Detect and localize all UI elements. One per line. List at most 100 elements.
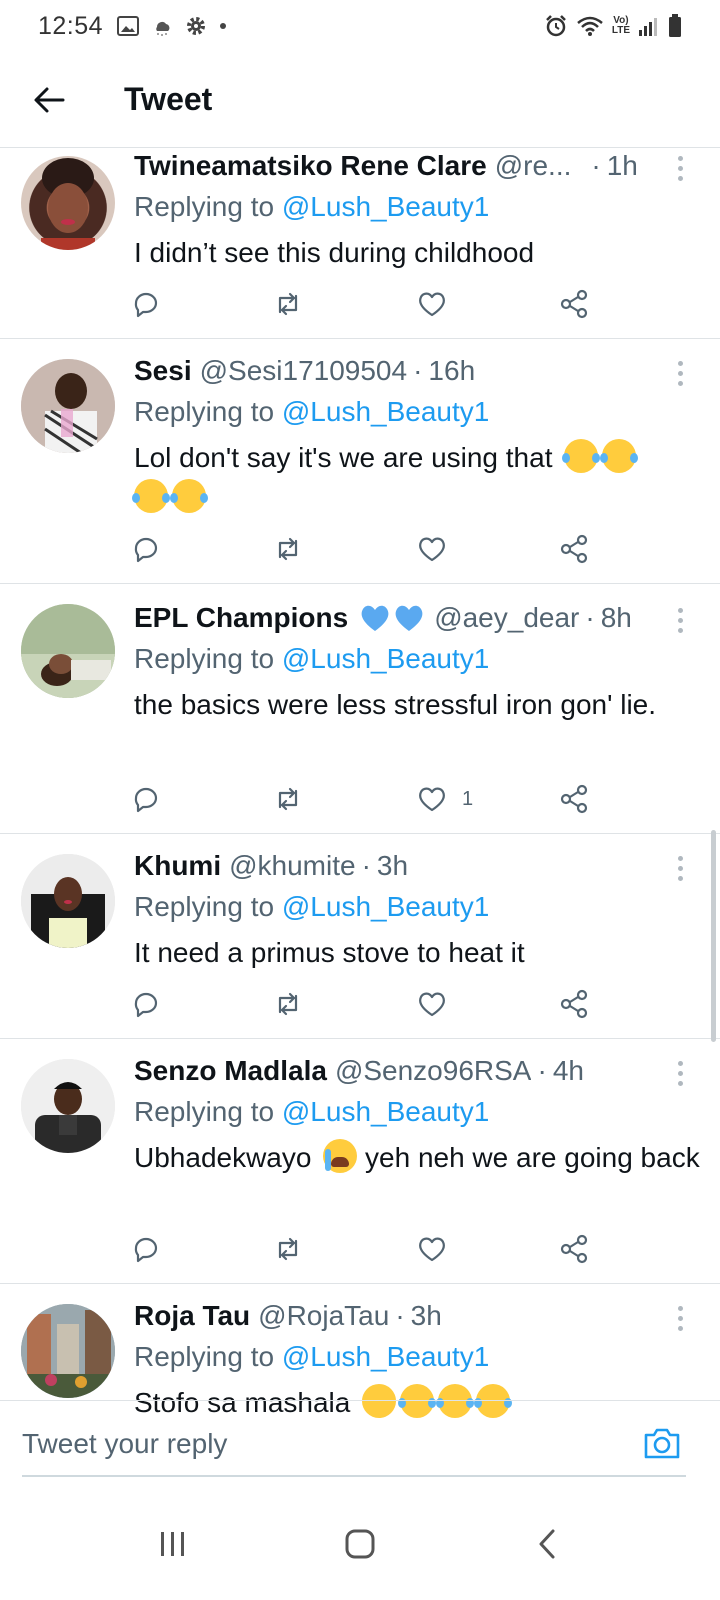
like-button[interactable] <box>416 1233 462 1265</box>
mention-link[interactable]: @Lush_Beauty1 <box>282 191 489 222</box>
scrollbar-thumb[interactable] <box>711 830 716 1042</box>
tweet-text-block: Ubhadekwayo yeh neh we are going back <box>134 1138 700 1178</box>
reply-button[interactable] <box>130 783 162 815</box>
heart-icon <box>419 292 445 317</box>
reply-tweet[interactable]: Senzo Madlala @Senzo96RSA · 4h Replying … <box>0 1039 720 1284</box>
retweet-icon <box>278 1237 298 1261</box>
replying-label: Replying to <box>134 191 275 222</box>
share-button[interactable] <box>558 783 590 815</box>
reply-tweet[interactable]: EPL Champions @aey_dear · 8h Replying to… <box>0 584 720 834</box>
tweet-text: It need a primus stove to heat it <box>134 937 525 968</box>
reply-button[interactable] <box>130 288 162 320</box>
reply-input[interactable] <box>22 1419 622 1469</box>
author-name[interactable]: Roja Tau <box>134 1300 250 1332</box>
back-button[interactable] <box>24 75 74 125</box>
like-button[interactable]: 1 <box>416 783 473 815</box>
author-handle[interactable]: @aey_dear <box>434 602 579 634</box>
reply-button[interactable] <box>130 1233 162 1265</box>
replies-feed[interactable]: Twineamatsiko Rene Clare @re... · 1h Rep… <box>0 148 720 1426</box>
image-icon <box>117 16 140 36</box>
more-options-button[interactable] <box>668 355 692 391</box>
author-name[interactable]: Khumi <box>134 850 221 882</box>
battery-icon <box>668 14 682 38</box>
system-back-button[interactable] <box>517 1514 577 1574</box>
author-handle[interactable]: @re... <box>495 150 572 182</box>
author-handle[interactable]: @khumite <box>229 850 355 882</box>
separator-dot: · <box>537 1055 547 1086</box>
mention-link[interactable]: @Lush_Beauty1 <box>282 891 489 922</box>
mention-link[interactable]: @Lush_Beauty1 <box>282 1341 489 1372</box>
tweet-time: 16h <box>428 355 476 386</box>
retweet-button[interactable] <box>272 288 304 320</box>
avatar[interactable] <box>21 1059 115 1153</box>
avatar[interactable] <box>21 854 115 948</box>
reply-icon <box>134 537 158 563</box>
reply-tweet[interactable]: Twineamatsiko Rene Clare @re... · 1h Rep… <box>0 148 720 339</box>
arrow-left-icon <box>34 87 65 112</box>
reply-tweet[interactable]: Sesi @Sesi17109504 · 16h Replying to @Lu… <box>0 339 720 584</box>
mention-link[interactable]: @Lush_Beauty1 <box>282 1096 489 1127</box>
share-button[interactable] <box>558 988 590 1020</box>
recent-apps-button[interactable] <box>143 1514 203 1574</box>
replying-label: Replying to <box>134 643 275 674</box>
retweet-button[interactable] <box>272 1233 304 1265</box>
tweet-time: 8h <box>600 602 632 633</box>
like-button[interactable] <box>416 988 462 1020</box>
page-title: Tweet <box>124 81 213 117</box>
avatar[interactable] <box>21 1304 115 1398</box>
author-handle[interactable]: @RojaTau <box>258 1300 389 1332</box>
retweet-button[interactable] <box>272 783 304 815</box>
more-options-button[interactable] <box>668 602 692 638</box>
separator-dot: · <box>591 150 601 181</box>
author-handle[interactable]: @Sesi17109504 <box>200 355 407 387</box>
tweet-time: 1h <box>606 150 638 181</box>
more-options-button[interactable] <box>668 150 692 186</box>
like-button[interactable] <box>416 288 462 320</box>
reply-tweet[interactable]: Khumi @khumite · 3h Replying to @Lush_Be… <box>0 834 720 1039</box>
author-name[interactable]: Sesi <box>134 355 192 387</box>
share-button[interactable] <box>558 533 590 565</box>
author-name[interactable]: Twineamatsiko Rene Clare <box>134 150 487 182</box>
more-options-button[interactable] <box>668 1055 692 1091</box>
heart-icon <box>419 1237 445 1262</box>
share-icon <box>560 534 588 564</box>
home-button[interactable] <box>330 1514 390 1574</box>
tweet-time: 4h <box>552 1055 584 1086</box>
like-button[interactable] <box>416 533 462 565</box>
retweet-button[interactable] <box>272 533 304 565</box>
dot-icon <box>219 22 227 30</box>
mention-link[interactable]: @Lush_Beauty1 <box>282 643 489 674</box>
reply-button[interactable] <box>130 533 162 565</box>
separator-dot: · <box>395 1300 405 1331</box>
camera-button[interactable] <box>642 1423 682 1463</box>
status-bar: 12:54 Vo) LTE <box>0 0 720 52</box>
system-nav-bar <box>0 1488 720 1600</box>
reply-button[interactable] <box>130 988 162 1020</box>
more-options-button[interactable] <box>668 1300 692 1336</box>
retweet-icon <box>278 787 298 811</box>
author-handle[interactable]: @Senzo96RSA <box>335 1055 532 1087</box>
app-header: Tweet <box>0 52 720 148</box>
more-options-button[interactable] <box>668 850 692 886</box>
separator-dot: · <box>413 355 423 386</box>
mention-link[interactable]: @Lush_Beauty1 <box>282 396 489 427</box>
like-count: 1 <box>462 787 474 810</box>
heart-icon <box>419 537 445 562</box>
rolling-laughing-emoji-icon <box>562 439 601 473</box>
heart-icon <box>419 787 445 812</box>
avatar[interactable] <box>21 156 115 250</box>
retweet-button[interactable] <box>272 988 304 1020</box>
author-name[interactable]: Senzo Madlala <box>134 1055 327 1087</box>
blue-heart-icon <box>395 605 423 631</box>
retweet-icon <box>278 292 298 316</box>
avatar[interactable] <box>21 359 115 453</box>
crying-face-emoji-icon <box>323 1139 358 1173</box>
rolling-laughing-emoji-icon <box>132 479 170 513</box>
share-icon <box>560 1234 588 1264</box>
blue-heart-icon <box>361 605 389 631</box>
author-name[interactable]: EPL Champions <box>134 602 348 634</box>
share-icon <box>560 989 588 1019</box>
avatar[interactable] <box>21 604 115 698</box>
share-button[interactable] <box>558 1233 590 1265</box>
share-button[interactable] <box>558 288 590 320</box>
